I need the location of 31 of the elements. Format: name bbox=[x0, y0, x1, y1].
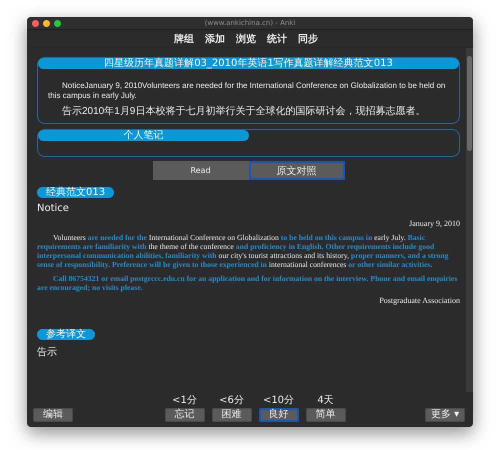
toolbar-link[interactable]: 统计 bbox=[267, 32, 287, 46]
answer-button[interactable]: 忘记 bbox=[164, 408, 204, 422]
view-button[interactable]: Read bbox=[152, 161, 248, 180]
interval-label: 4天 bbox=[317, 395, 334, 406]
zoom-button[interactable] bbox=[54, 20, 61, 26]
translation-text: 告示 bbox=[37, 346, 58, 359]
toolbar-link[interactable]: 牌组 bbox=[174, 32, 194, 46]
card-paragraph: 告示2010年1月9日本校将于七月初举行关于全球化的国际研讨会，现招募志愿者。 bbox=[61, 107, 426, 117]
answer-button[interactable]: 困难 bbox=[212, 408, 252, 422]
answer-button[interactable]: 良好 bbox=[258, 408, 298, 422]
essay-heading: Notice bbox=[37, 203, 70, 214]
toolbar-link[interactable]: 浏览 bbox=[236, 32, 256, 46]
toolbar-link[interactable]: 同步 bbox=[298, 32, 318, 46]
toolbar-link[interactable]: 添加 bbox=[205, 32, 225, 46]
interval-label: <10分 bbox=[262, 395, 294, 406]
notes-title: 个人笔记 bbox=[38, 130, 248, 141]
scrollbar-thumb[interactable] bbox=[467, 56, 472, 151]
section-tag: 参考译文 bbox=[37, 329, 95, 340]
answer-button[interactable]: 简单 bbox=[306, 408, 346, 422]
interval-label: <1分 bbox=[172, 395, 197, 406]
interval-label: <6分 bbox=[219, 395, 244, 406]
card-title: 四星级历年真题详解03_2010年英语1写作真题详解经典范文013 bbox=[38, 58, 459, 69]
essay-date: January 9, 2010 bbox=[408, 219, 460, 228]
minimize-button[interactable] bbox=[43, 20, 50, 26]
more-button[interactable]: 更多 ▾ bbox=[425, 408, 465, 422]
view-button[interactable]: 原文对照 bbox=[248, 161, 344, 180]
edit-button[interactable]: 编辑 bbox=[33, 408, 73, 422]
close-button[interactable] bbox=[32, 20, 39, 26]
card-paragraph: NoticeJanuary 9, 2010Volunteers are needed for the International Conference on Globalization to be held on this campus in early July. bbox=[47, 81, 446, 101]
section-tag: 经典范文013 bbox=[37, 187, 114, 198]
essay-signature: Postgraduate Association bbox=[378, 296, 460, 305]
